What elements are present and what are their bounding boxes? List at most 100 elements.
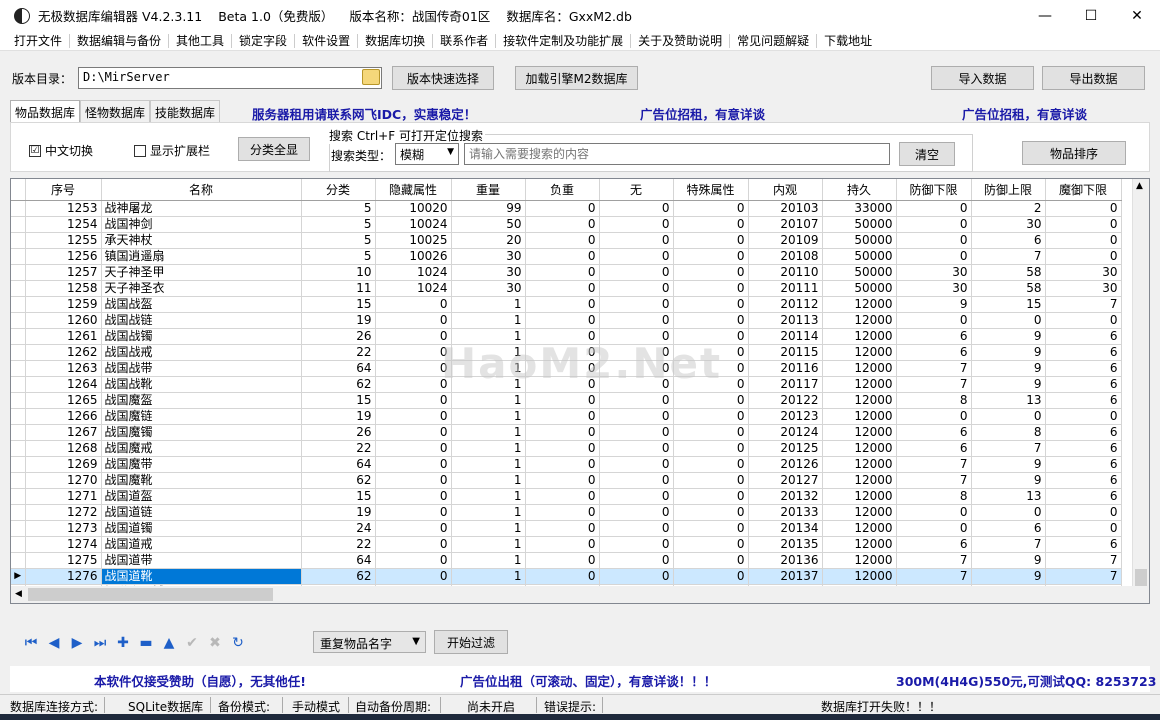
- delete-icon[interactable]: ▬: [137, 634, 155, 652]
- cell-hidden-attr[interactable]: 0: [375, 392, 452, 409]
- cell-hidden-attr[interactable]: 1024: [375, 280, 452, 297]
- search-input[interactable]: [464, 143, 890, 165]
- cell-hidden-attr[interactable]: 0: [375, 408, 452, 425]
- cell-special-attr[interactable]: 0: [673, 424, 749, 441]
- cell-looks[interactable]: 20122: [748, 392, 823, 409]
- cell-looks[interactable]: 20112: [748, 296, 823, 313]
- cell-looks[interactable]: 20132: [748, 488, 823, 505]
- cell-special-attr[interactable]: 0: [673, 520, 749, 537]
- tab-skills[interactable]: 技能数据库: [150, 100, 221, 123]
- cell-load[interactable]: 0: [525, 296, 600, 313]
- cell-mdef-min[interactable]: 6: [1045, 536, 1122, 553]
- column-header-hidden-attr[interactable]: 隐藏属性: [375, 179, 452, 201]
- cell-name[interactable]: 战国神剑: [101, 216, 302, 233]
- version-dir-input[interactable]: D:\MirServer: [78, 67, 382, 89]
- item-sort-button[interactable]: 物品排序: [1022, 141, 1126, 165]
- cell-durability[interactable]: 12000: [822, 392, 897, 409]
- cell-hidden-attr[interactable]: 10024: [375, 216, 452, 233]
- cell-category[interactable]: 15: [301, 296, 376, 313]
- first-icon[interactable]: ⏮: [22, 634, 40, 652]
- cell-category[interactable]: 62: [301, 568, 376, 585]
- cell-category[interactable]: 62: [301, 472, 376, 489]
- cell-none[interactable]: 0: [599, 216, 674, 233]
- row-indicator[interactable]: [11, 280, 26, 297]
- cell-looks[interactable]: 20107: [748, 216, 823, 233]
- cell-index[interactable]: 1266: [25, 408, 102, 425]
- cell-weight[interactable]: 1: [451, 392, 526, 409]
- last-icon[interactable]: ⏭: [91, 634, 109, 652]
- column-header-weight[interactable]: 重量: [451, 179, 526, 201]
- table-row[interactable]: 1266 战国魔链 19 0 1 0 0 0 20123 12000 0 0 0: [11, 408, 1122, 425]
- cell-hidden-attr[interactable]: 0: [375, 440, 452, 457]
- cell-category[interactable]: 26: [301, 424, 376, 441]
- cell-category[interactable]: 15: [301, 488, 376, 505]
- cell-weight[interactable]: 1: [451, 424, 526, 441]
- cell-index[interactable]: 1268: [25, 440, 102, 457]
- cell-def-min[interactable]: 6: [896, 344, 972, 361]
- cell-name[interactable]: 战国魔盔: [101, 392, 302, 409]
- cell-weight[interactable]: 30: [451, 248, 526, 265]
- load-engine-db-button[interactable]: 加载引擎M2数据库: [515, 66, 638, 90]
- cell-durability[interactable]: 50000: [822, 248, 897, 265]
- cell-load[interactable]: 0: [525, 312, 600, 329]
- table-row[interactable]: 1273 战国道镯 24 0 1 0 0 0 20134 12000 0 6 0: [11, 520, 1122, 537]
- column-header-mdef-min[interactable]: 魔御下限: [1045, 179, 1122, 201]
- cell-hidden-attr[interactable]: 0: [375, 424, 452, 441]
- row-indicator[interactable]: [11, 232, 26, 249]
- table-row[interactable]: 1267 战国魔镯 26 0 1 0 0 0 20124 12000 6 8 6: [11, 424, 1122, 441]
- cell-mdef-min[interactable]: 6: [1045, 424, 1122, 441]
- cell-mdef-min[interactable]: 6: [1045, 344, 1122, 361]
- cell-special-attr[interactable]: 0: [673, 536, 749, 553]
- search-type-select[interactable]: 模糊 ▼: [395, 143, 459, 165]
- cell-category[interactable]: 19: [301, 312, 376, 329]
- row-indicator[interactable]: [11, 504, 26, 521]
- cell-durability[interactable]: 12000: [822, 536, 897, 553]
- cell-looks[interactable]: 20103: [748, 200, 823, 217]
- cell-def-max[interactable]: 0: [971, 408, 1046, 425]
- cell-load[interactable]: 0: [525, 552, 600, 569]
- cell-category[interactable]: 22: [301, 440, 376, 457]
- cell-mdef-min[interactable]: 6: [1045, 488, 1122, 505]
- cell-special-attr[interactable]: 0: [673, 408, 749, 425]
- cell-load[interactable]: 0: [525, 456, 600, 473]
- show-ext-checkbox[interactable]: 显示扩展栏: [134, 142, 210, 159]
- quick-select-button[interactable]: 版本快速选择: [392, 66, 494, 90]
- cell-category[interactable]: 5: [301, 232, 376, 249]
- menu-contact-author[interactable]: 联系作者: [433, 33, 497, 48]
- cell-looks[interactable]: 20136: [748, 552, 823, 569]
- table-row[interactable]: 1258 天子神圣衣 11 1024 30 0 0 0 20111 50000 30 58 30: [11, 280, 1122, 297]
- cell-name[interactable]: 战国战戒: [101, 344, 302, 361]
- cell-def-max[interactable]: 7: [971, 440, 1046, 457]
- cell-weight[interactable]: 50: [451, 216, 526, 233]
- table-row[interactable]: ▶ 1276 战国道靴 62 0 1 0 0 0 20137 12000 7 9 7: [11, 568, 1122, 585]
- cell-def-max[interactable]: 9: [971, 328, 1046, 345]
- cell-special-attr[interactable]: 0: [673, 440, 749, 457]
- cell-index[interactable]: 1257: [25, 264, 102, 281]
- cell-def-max[interactable]: 7: [971, 536, 1046, 553]
- cell-def-min[interactable]: 0: [896, 216, 972, 233]
- horizontal-scroll-thumb[interactable]: [28, 588, 273, 601]
- cell-def-max[interactable]: 9: [971, 344, 1046, 361]
- cell-none[interactable]: 0: [599, 392, 674, 409]
- cell-special-attr[interactable]: 0: [673, 216, 749, 233]
- menu-about-sponsor[interactable]: 关于及赞助说明: [631, 33, 731, 48]
- cell-looks[interactable]: 20137: [748, 568, 823, 585]
- row-indicator[interactable]: [11, 456, 26, 473]
- cell-def-min[interactable]: 0: [896, 248, 972, 265]
- cell-index[interactable]: 1261: [25, 328, 102, 345]
- cell-name[interactable]: 战国战靴: [101, 376, 302, 393]
- cell-def-max[interactable]: 58: [971, 264, 1046, 281]
- row-indicator[interactable]: [11, 472, 26, 489]
- cell-index[interactable]: 1263: [25, 360, 102, 377]
- cell-index[interactable]: 1273: [25, 520, 102, 537]
- row-indicator[interactable]: [11, 296, 26, 313]
- maximize-button[interactable]: ☐: [1068, 0, 1114, 31]
- cell-index[interactable]: 1269: [25, 456, 102, 473]
- cell-name[interactable]: 战国道带: [101, 552, 302, 569]
- cell-index[interactable]: 1262: [25, 344, 102, 361]
- menu-open-file[interactable]: 打开文件: [0, 33, 71, 48]
- cell-mdef-min[interactable]: 6: [1045, 392, 1122, 409]
- row-indicator[interactable]: [11, 216, 26, 233]
- cell-index[interactable]: 1271: [25, 488, 102, 505]
- cell-name[interactable]: 战国战链: [101, 312, 302, 329]
